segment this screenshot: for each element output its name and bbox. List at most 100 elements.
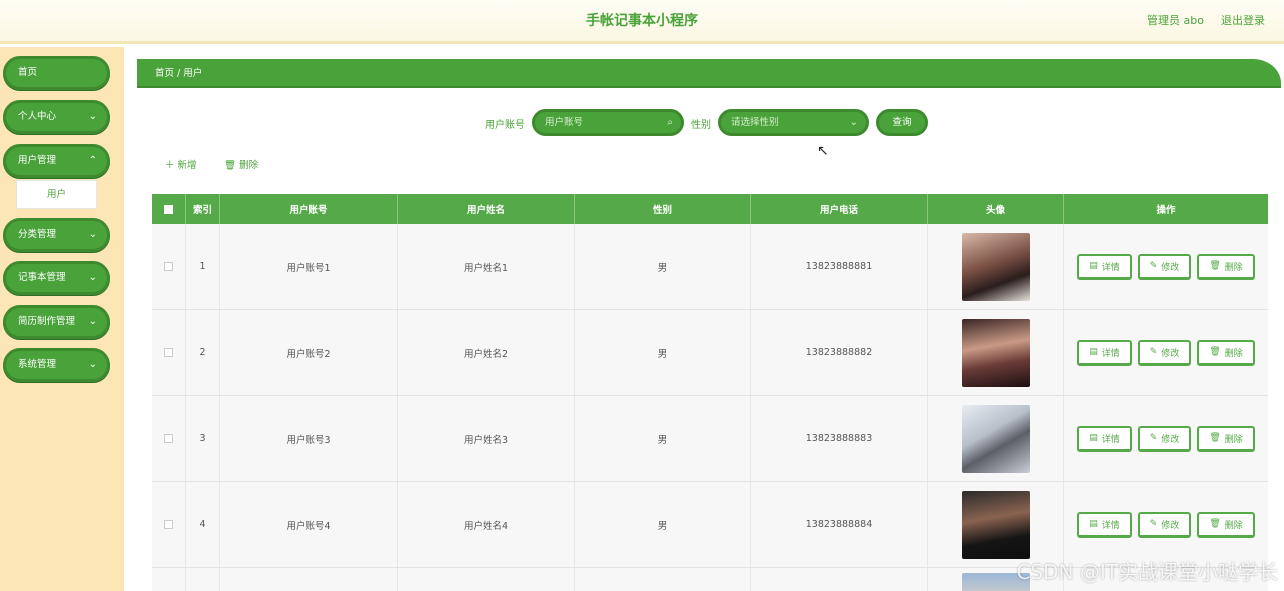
edit-button[interactable]: ✎ 修改 <box>1137 425 1192 452</box>
plus-icon: ＋ <box>165 160 175 171</box>
header-actions: 操作 <box>1156 205 1176 216</box>
chevron-down-icon: ⌄ <box>88 229 97 240</box>
table-row: 2 用户账号2 用户姓名2 男 13823888882 ▤ 详情 ✎ 修改 🗑 删除 <box>152 310 1268 396</box>
cell-account <box>220 568 398 591</box>
trash-icon: 🗑 <box>1209 519 1221 529</box>
cell-index: 3 <box>186 396 220 481</box>
pencil-icon: ✎ <box>1149 347 1158 357</box>
edit-label: 修改 <box>1161 520 1180 531</box>
cell-phone: 13823888882 <box>751 310 928 395</box>
chevron-down-icon: ⌄ <box>849 117 858 128</box>
document-icon: ▤ <box>1089 433 1098 443</box>
delete-button[interactable]: 🗑 删除 <box>1197 425 1255 452</box>
sidebar-item-label: 记事本管理 <box>18 272 66 283</box>
row-checkbox[interactable] <box>164 262 173 271</box>
add-button[interactable]: ＋ 新增 <box>165 157 197 171</box>
gender-filter-label: 性别 <box>691 120 711 131</box>
cell-actions: ▤ 详情 ✎ 修改 🗑 删除 <box>1064 310 1268 395</box>
cell-name <box>398 568 575 591</box>
cell-name: 用户姓名4 <box>398 482 575 567</box>
detail-label: 详情 <box>1101 262 1120 273</box>
sidebar-item-user-management[interactable]: 用户管理 ⌃ <box>3 144 110 178</box>
row-checkbox[interactable] <box>164 520 173 529</box>
account-search-label: 用户账号 <box>485 120 525 131</box>
gender-select[interactable]: 请选择性别 ⌄ <box>718 109 869 136</box>
row-checkbox[interactable] <box>164 434 173 443</box>
detail-label: 详情 <box>1101 348 1120 359</box>
add-button-label: 新增 <box>177 160 197 171</box>
query-button[interactable]: 查询 <box>876 109 928 136</box>
detail-button[interactable]: ▤ 详情 <box>1077 253 1132 280</box>
detail-button[interactable]: ▤ 详情 <box>1077 425 1132 452</box>
detail-button[interactable]: ▤ 详情 <box>1077 339 1132 366</box>
sidebar-item-label: 用户管理 <box>18 155 57 166</box>
row-checkbox[interactable] <box>164 348 173 357</box>
cell-name: 用户姓名2 <box>398 310 575 395</box>
cell-avatar <box>928 396 1064 481</box>
sidebar: 首页 个人中心 ⌄ 用户管理 ⌃ 用户 分类管理 ⌄ 记事本管理 ⌄ 简历制作管… <box>0 47 124 591</box>
cell-index: 2 <box>186 310 220 395</box>
sidebar-item-label: 个人中心 <box>18 111 57 122</box>
sidebar-subitem-user[interactable]: 用户 <box>16 180 97 209</box>
cell-avatar <box>928 482 1064 567</box>
sidebar-item-label: 系统管理 <box>18 359 57 370</box>
edit-button[interactable]: ✎ 修改 <box>1137 339 1192 366</box>
detail-button[interactable]: ▤ 详情 <box>1077 511 1132 538</box>
row-checkbox-cell <box>152 224 186 309</box>
cell-actions: ▤ 详情 ✎ 修改 🗑 删除 <box>1064 396 1268 481</box>
logout-link[interactable]: 退出登录 <box>1221 12 1265 28</box>
cell-name: 用户姓名1 <box>398 224 575 309</box>
cell-avatar <box>928 224 1064 309</box>
sidebar-item-resume-management[interactable]: 简历制作管理 ⌄ <box>3 305 110 339</box>
cell-account: 用户账号1 <box>220 224 398 309</box>
delete-button-label: 删除 <box>239 160 259 171</box>
delete-label: 删除 <box>1224 520 1243 531</box>
sidebar-item-label: 首页 <box>18 67 38 78</box>
chevron-down-icon: ⌄ <box>88 316 97 327</box>
cell-gender: 男 <box>575 396 751 481</box>
admin-user-label: 管理员 abo <box>1147 14 1204 27</box>
cell-index: 4 <box>186 482 220 567</box>
chevron-down-icon: ⌄ <box>88 359 97 370</box>
select-all-checkbox[interactable] <box>164 204 173 214</box>
header-name: 用户姓名 <box>398 194 575 224</box>
header-phone: 用户电话 <box>751 194 928 224</box>
table-row: 3 用户账号3 用户姓名3 男 13823888883 ▤ 详情 ✎ 修改 🗑 删除 <box>152 396 1268 482</box>
avatar <box>961 318 1030 387</box>
cell-phone: 13823888881 <box>751 224 928 309</box>
delete-button[interactable]: 🗑 删除 <box>1197 339 1255 366</box>
user-table: 索引 用户账号 用户姓名 性别 用户电话 头像 操作 1 用户账号1 用户姓名1… <box>152 194 1268 591</box>
sidebar-item-personal-center[interactable]: 个人中心 ⌄ <box>3 100 110 134</box>
header-gender: 性别 <box>575 194 751 224</box>
chevron-down-icon: ⌄ <box>88 272 97 283</box>
trash-icon: 🗑 <box>1209 261 1221 271</box>
edit-label: 修改 <box>1161 348 1180 359</box>
cell-actions: ▤ 详情 ✎ 修改 🗑 删除 <box>1064 224 1268 309</box>
edit-button[interactable]: ✎ 修改 <box>1137 511 1192 538</box>
sidebar-item-home[interactable]: 首页 <box>3 56 110 90</box>
document-icon: ▤ <box>1089 347 1098 357</box>
cell-actions: ▤ 详情 ✎ 修改 🗑 删除 <box>1064 482 1268 567</box>
header-avatar: 头像 <box>928 194 1064 224</box>
cell-gender: 男 <box>575 310 751 395</box>
row-checkbox-cell <box>152 568 186 591</box>
cell-index: 1 <box>186 224 220 309</box>
trash-icon: 🗑 <box>1209 433 1221 443</box>
gender-select-placeholder: 请选择性别 <box>731 117 779 128</box>
edit-button[interactable]: ✎ 修改 <box>1137 253 1192 280</box>
delete-label: 删除 <box>1224 434 1243 445</box>
sidebar-item-notebook-management[interactable]: 记事本管理 ⌄ <box>3 261 110 295</box>
edit-label: 修改 <box>1161 262 1180 273</box>
delete-button[interactable]: 🗑 删除 <box>1197 511 1255 538</box>
document-icon: ▤ <box>1089 261 1098 271</box>
delete-label: 删除 <box>1224 348 1243 359</box>
detail-label: 详情 <box>1101 434 1120 445</box>
batch-delete-button[interactable]: 🗑 删除 <box>224 157 258 171</box>
edit-label: 修改 <box>1161 434 1180 445</box>
sidebar-item-system-management[interactable]: 系统管理 ⌄ <box>3 348 110 382</box>
header-index: 索引 <box>186 194 220 224</box>
delete-button[interactable]: 🗑 删除 <box>1197 253 1255 280</box>
sidebar-item-category-management[interactable]: 分类管理 ⌄ <box>3 218 110 252</box>
account-search-input[interactable]: 用户账号 ⌕ <box>532 109 684 136</box>
app-title: 手帐记事本小程序 <box>586 13 698 29</box>
